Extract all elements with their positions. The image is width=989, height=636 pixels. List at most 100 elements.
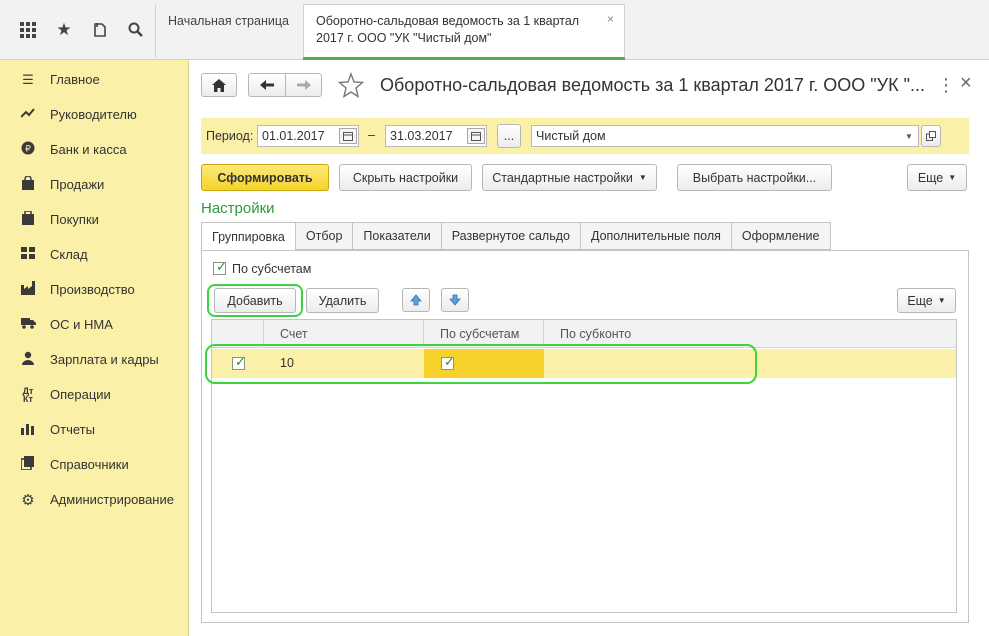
tab-report-label-line1: Оборотно-сальдовая ведомость за 1 кварта…: [316, 14, 580, 28]
sidebar-item-manager[interactable]: Руководителю: [0, 97, 188, 132]
settings-tabs: Группировка Отбор Показатели Развернутое…: [201, 222, 831, 251]
dropdown-arrow-icon[interactable]: ▼: [900, 126, 918, 146]
tab-close-icon[interactable]: ×: [607, 11, 614, 28]
period-to-value: 31.03.2017: [390, 129, 453, 143]
sidebar-item-main[interactable]: ☰ Главное: [0, 62, 188, 97]
organization-field[interactable]: Чистый дом: [531, 125, 919, 147]
gear-icon: ⚙: [21, 491, 35, 509]
tab-appearance[interactable]: Оформление: [731, 222, 831, 250]
hide-settings-button[interactable]: Скрыть настройки: [339, 164, 472, 191]
tab-report[interactable]: Оборотно-сальдовая ведомость за 1 кварта…: [303, 4, 625, 60]
calendar-from-icon[interactable]: [339, 128, 357, 144]
row-use-checkbox[interactable]: ✓: [232, 355, 246, 370]
page-title: Оборотно-сальдовая ведомость за 1 кварта…: [380, 75, 925, 95]
sidebar-item-references[interactable]: Справочники: [0, 447, 188, 482]
sidebar-item-admin[interactable]: ⚙ Администрирование: [0, 482, 188, 517]
more-vertical-icon[interactable]: ⋮: [937, 75, 955, 96]
home-icon: [212, 78, 226, 92]
tab-home[interactable]: Начальная страница: [155, 4, 303, 58]
table-header: Счет По субсчетам По субконто: [212, 320, 956, 348]
more-label: Еще: [917, 170, 944, 185]
tab-label: Дополнительные поля: [590, 229, 721, 243]
sidebar-item-label: Операции: [50, 387, 111, 402]
sidebar-item-label: Производство: [50, 282, 135, 297]
tab-filter[interactable]: Отбор: [295, 222, 354, 250]
chevron-down-icon: ▼: [937, 296, 946, 305]
search-icon[interactable]: [118, 12, 154, 48]
favorite-star-icon[interactable]: [337, 72, 365, 99]
tab-report-label-line2: 2017 г. ООО "УК "Чистый дом": [316, 31, 492, 45]
sidebar-item-operations[interactable]: Дт Кт Операции: [0, 377, 188, 412]
arrow-down-icon: [449, 294, 461, 306]
header-by-subaccounts[interactable]: По субсчетам: [424, 320, 544, 348]
generate-label: Сформировать: [217, 170, 313, 185]
arrow-up-icon: [410, 294, 422, 306]
close-icon[interactable]: ×: [960, 72, 972, 95]
menu-icon: ☰: [22, 71, 34, 87]
grid-more-button[interactable]: Еще ▼: [897, 288, 956, 313]
sidebar-item-label: Справочники: [50, 457, 129, 472]
add-button[interactable]: Добавить: [214, 288, 296, 313]
sidebar-item-reports[interactable]: Отчеты: [0, 412, 188, 447]
back-button[interactable]: [248, 73, 286, 97]
organization-value: Чистый дом: [536, 129, 606, 143]
tab-detailed-balance[interactable]: Развернутое сальдо: [441, 222, 581, 250]
checkmark-icon: ✓: [216, 259, 227, 274]
sidebar-item-label: Банк и касса: [50, 142, 127, 157]
standard-settings-button[interactable]: Стандартные настройки ▼: [482, 164, 657, 191]
tab-home-label: Начальная страница: [168, 14, 289, 28]
sidebar-item-label: Покупки: [50, 212, 99, 227]
row-by-subaccounts-checkbox[interactable]: ✓: [441, 354, 455, 370]
grid-icon[interactable]: [10, 12, 46, 48]
generate-button[interactable]: Сформировать: [201, 164, 329, 191]
checkmark-icon: ✓: [444, 354, 455, 369]
more-button[interactable]: Еще ▼: [907, 164, 967, 191]
warehouse-icon: [20, 246, 36, 263]
forward-button[interactable]: [285, 73, 322, 97]
choose-settings-button[interactable]: Выбрать настройки...: [677, 164, 832, 191]
period-select-button[interactable]: ...: [497, 124, 521, 148]
tab-label: Развернутое сальдо: [451, 229, 570, 243]
active-tab-indicator: [303, 57, 625, 60]
grouping-table: Счет По субсчетам По субконто ✓ 10 ✓: [211, 319, 957, 613]
sidebar-item-salary[interactable]: Зарплата и кадры: [0, 342, 188, 377]
open-organization-button[interactable]: [921, 125, 941, 147]
tab-indicators[interactable]: Показатели: [353, 222, 442, 250]
sidebar-item-bank[interactable]: ₽ Банк и касса: [0, 132, 188, 167]
bar-chart-icon: [20, 422, 36, 438]
people-icon: [20, 351, 36, 368]
tab-grouping[interactable]: Группировка: [201, 222, 296, 251]
sidebar-item-sales[interactable]: Продажи: [0, 167, 188, 202]
sidebar-item-label: Администрирование: [50, 492, 174, 507]
move-down-button[interactable]: [441, 288, 469, 312]
header-check-column: [212, 320, 264, 348]
tab-additional-fields[interactable]: Дополнительные поля: [580, 222, 732, 250]
by-subaccounts-label: По субсчетам: [232, 262, 312, 276]
sidebar-item-warehouse[interactable]: Склад: [0, 237, 188, 272]
header-account[interactable]: Счет: [264, 320, 424, 348]
sidebar-item-label: ОС и НМА: [50, 317, 113, 332]
grid-more-label: Еще: [907, 293, 933, 308]
move-up-button[interactable]: [402, 288, 430, 312]
delete-label: Удалить: [318, 293, 367, 308]
home-button[interactable]: [201, 73, 237, 97]
tab-label: Группировка: [212, 229, 285, 244]
table-row[interactable]: ✓ 10 ✓: [212, 349, 956, 378]
row-account[interactable]: 10: [280, 349, 294, 378]
delete-button[interactable]: Удалить: [306, 288, 379, 313]
standard-settings-label: Стандартные настройки: [492, 170, 633, 185]
period-label: Период:: [206, 129, 254, 143]
sidebar-item-purchases[interactable]: Покупки: [0, 202, 188, 237]
trend-icon: [20, 107, 36, 122]
by-subaccounts-checkbox[interactable]: ✓: [213, 259, 227, 275]
header-by-subconto[interactable]: По субконто: [544, 320, 956, 348]
bag-icon: [20, 175, 36, 193]
star-icon[interactable]: ★: [46, 12, 82, 48]
period-select-label: ...: [503, 129, 515, 143]
row-by-subaccounts-cell[interactable]: ✓: [424, 349, 544, 378]
history-icon[interactable]: [82, 12, 118, 48]
calendar-to-icon[interactable]: [467, 128, 485, 144]
sidebar-item-assets[interactable]: ОС и НМА: [0, 307, 188, 342]
sidebar-item-production[interactable]: Производство: [0, 272, 188, 307]
hide-settings-label: Скрыть настройки: [352, 170, 459, 185]
